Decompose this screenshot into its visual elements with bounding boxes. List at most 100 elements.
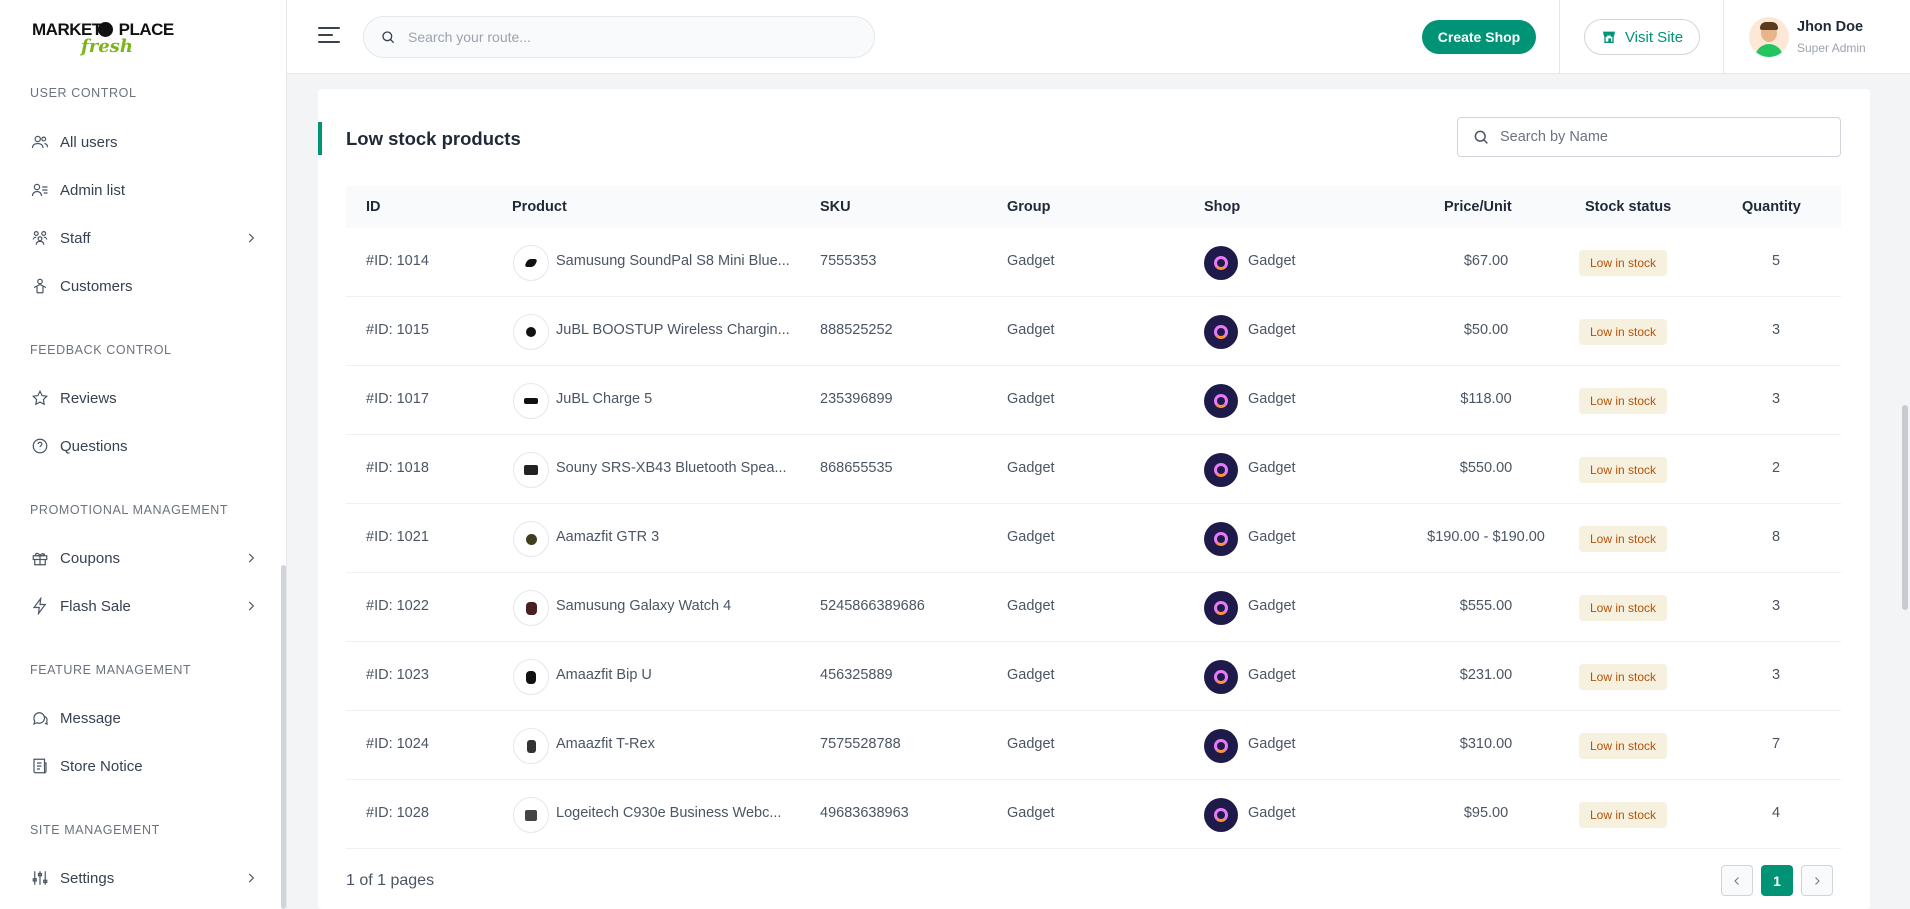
sidebar-item-flash-sale[interactable]: Flash Sale — [30, 588, 258, 624]
brand-logo[interactable]: MARKET PLACE fresh — [30, 16, 180, 60]
row-id: #ID: 1023 — [366, 667, 429, 683]
product-thumbnail — [513, 452, 549, 488]
row-sku: 888525252 — [820, 322, 893, 338]
table-row[interactable]: #ID: 1017 JuBL Charge 5 235396899 Gadget Gad… — [346, 366, 1841, 435]
row-quantity: 8 — [1771, 529, 1781, 545]
row-group: Gadget — [1007, 391, 1055, 407]
table-row[interactable]: #ID: 1018 Souny SRS-XB43 Bluetooth Spea..… — [346, 435, 1841, 504]
col-stock-status[interactable]: Stock status — [1585, 199, 1671, 215]
avatar[interactable] — [1749, 17, 1789, 57]
row-shop[interactable]: Gadget — [1248, 736, 1296, 752]
user-name[interactable]: Jhon Doe — [1797, 19, 1863, 35]
table-row[interactable]: #ID: 1015 JuBL BOOSTUP Wireless Chargin..… — [346, 297, 1841, 366]
sidebar-item-message[interactable]: Message — [30, 700, 258, 736]
prev-page-button[interactable] — [1721, 865, 1753, 896]
row-shop[interactable]: Gadget — [1248, 667, 1296, 683]
chevron-right-icon — [244, 551, 258, 565]
table-row[interactable]: #ID: 1014 Samusung SoundPal S8 Mini Blue.… — [346, 228, 1841, 297]
sidebar-scrollbar[interactable] — [281, 565, 286, 909]
row-quantity: 3 — [1771, 598, 1781, 614]
product-thumbnail — [513, 314, 549, 350]
product-thumbnail — [513, 728, 549, 764]
next-page-button[interactable] — [1801, 865, 1833, 896]
row-shop[interactable]: Gadget — [1248, 253, 1296, 269]
row-shop[interactable]: Gadget — [1248, 805, 1296, 821]
sidebar-item-admin-list[interactable]: Admin list — [30, 172, 258, 208]
sidebar-item-questions[interactable]: Questions — [30, 428, 258, 464]
col-id[interactable]: ID — [366, 199, 381, 215]
main-scrollbar-thumb[interactable] — [1902, 405, 1908, 610]
row-shop[interactable]: Gadget — [1248, 598, 1296, 614]
sidebar-item-label: Admin list — [60, 181, 126, 199]
sidebar-item-label: Message — [60, 709, 121, 727]
sidebar-item-coupons[interactable]: Coupons — [30, 540, 258, 576]
name-search[interactable] — [1457, 117, 1841, 157]
row-shop[interactable]: Gadget — [1248, 391, 1296, 407]
row-product[interactable]: Souny SRS-XB43 Bluetooth Spea... — [556, 460, 796, 476]
staff-icon — [30, 228, 50, 248]
row-product[interactable]: Samusung Galaxy Watch 4 — [556, 598, 796, 614]
row-price: $231.00 — [1459, 667, 1513, 683]
chat-icon — [30, 708, 50, 728]
sidebar-item-customers[interactable]: Customers — [30, 268, 258, 304]
col-shop[interactable]: Shop — [1204, 199, 1240, 215]
page-button-current[interactable]: 1 — [1761, 865, 1793, 896]
table-row[interactable]: #ID: 1024 Amaazfit T-Rex 7575528788 Gadget G… — [346, 711, 1841, 780]
route-search[interactable] — [363, 16, 875, 58]
section-promotional-management: PROMOTIONAL MANAGEMENT — [30, 503, 229, 517]
create-shop-button[interactable]: Create Shop — [1422, 20, 1536, 54]
row-id: #ID: 1021 — [366, 529, 429, 545]
row-product[interactable]: Aamazfit GTR 3 — [556, 529, 796, 545]
table-row[interactable]: #ID: 1028 Logeitech C930e Business Webc..… — [346, 780, 1841, 849]
table-row[interactable]: #ID: 1023 Amaazfit Bip U 456325889 Gadget Ga… — [346, 642, 1841, 711]
col-product[interactable]: Product — [512, 199, 567, 215]
product-thumbnail — [513, 590, 549, 626]
shop-logo — [1204, 660, 1238, 694]
sidebar-item-label: Settings — [60, 869, 115, 887]
row-sku: 49683638963 — [820, 805, 909, 821]
row-product[interactable]: Amaazfit T-Rex — [556, 736, 796, 752]
table-row[interactable]: #ID: 1022 Samusung Galaxy Watch 4 52458663… — [346, 573, 1841, 642]
row-group: Gadget — [1007, 322, 1055, 338]
row-product[interactable]: Samusung SoundPal S8 Mini Blue... — [556, 253, 796, 269]
sidebar-item-all-users[interactable]: All users — [30, 124, 258, 160]
search-icon — [1474, 130, 1488, 144]
row-sku: 235396899 — [820, 391, 893, 407]
sidebar-item-settings[interactable]: Settings — [30, 860, 258, 896]
row-id: #ID: 1014 — [366, 253, 429, 269]
col-quantity[interactable]: Quantity — [1742, 199, 1801, 215]
status-badge: Low in stock — [1579, 250, 1668, 276]
section-user-control: USER CONTROL — [30, 86, 137, 100]
chevron-left-icon — [1734, 876, 1739, 885]
row-shop[interactable]: Gadget — [1248, 460, 1296, 476]
row-shop[interactable]: Gadget — [1248, 322, 1296, 338]
row-sku: 7575528788 — [820, 736, 901, 752]
col-sku[interactable]: SKU — [820, 199, 851, 215]
table-row[interactable]: #ID: 1021 Aamazfit GTR 3 Gadget Gadget $190.… — [346, 504, 1841, 573]
top-header: Create Shop Visit Site Jhon Doe Super Ad… — [287, 0, 1910, 74]
visit-site-button[interactable]: Visit Site — [1584, 19, 1700, 55]
row-product[interactable]: Logeitech C930e Business Webc... — [556, 805, 796, 821]
row-id: #ID: 1017 — [366, 391, 429, 407]
gift-icon — [30, 548, 50, 568]
name-search-input[interactable] — [1500, 129, 1830, 145]
customer-icon — [30, 276, 50, 296]
lightning-icon — [30, 596, 50, 616]
row-id: #ID: 1018 — [366, 460, 429, 476]
route-search-input[interactable] — [408, 29, 828, 45]
col-price[interactable]: Price/Unit — [1444, 199, 1512, 215]
row-group: Gadget — [1007, 667, 1055, 683]
row-product[interactable]: Amaazfit Bip U — [556, 667, 796, 683]
menu-toggle-icon[interactable] — [318, 27, 340, 47]
row-shop[interactable]: Gadget — [1248, 529, 1296, 545]
sidebar-item-reviews[interactable]: Reviews — [30, 380, 258, 416]
pagination-summary: 1 of 1 pages — [346, 872, 435, 889]
row-sku: 7555353 — [820, 253, 877, 269]
sidebar-item-store-notice[interactable]: Store Notice — [30, 748, 258, 784]
row-product[interactable]: JuBL BOOSTUP Wireless Chargin... — [556, 322, 796, 338]
settings-sliders-icon — [30, 868, 50, 888]
sidebar-item-staff[interactable]: Staff — [30, 220, 258, 256]
col-group[interactable]: Group — [1007, 199, 1051, 215]
row-product[interactable]: JuBL Charge 5 — [556, 391, 796, 407]
sidebar-item-label: Store Notice — [60, 757, 143, 775]
